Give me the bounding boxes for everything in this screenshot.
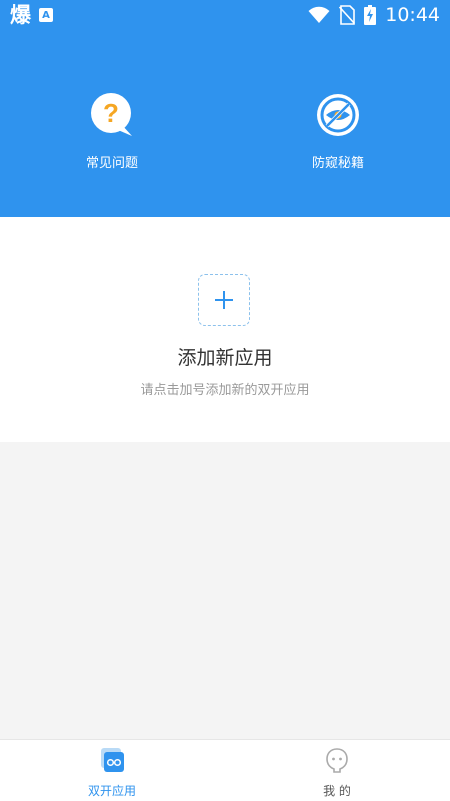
- anti-peep-button[interactable]: 防窥秘籍: [283, 92, 393, 171]
- status-time: 10:44: [385, 4, 440, 26]
- question-bubble-icon: ?: [91, 93, 132, 136]
- tab-mine[interactable]: 我 的: [277, 746, 397, 799]
- dual-app-icon: [101, 748, 124, 772]
- svg-text:?: ?: [103, 98, 119, 128]
- faq-label: 常见问题: [85, 156, 138, 171]
- profile-icon: [326, 748, 348, 773]
- add-app-title: 添加新应用: [177, 347, 273, 369]
- tab-mine-label: 我 的: [323, 784, 351, 798]
- eye-slash-icon: [317, 94, 359, 136]
- tab-dual-app[interactable]: 双开应用: [52, 746, 172, 799]
- no-sim-icon: [339, 5, 356, 25]
- bottom-tab-bar: 双开应用 我 的: [0, 739, 450, 801]
- faq-button[interactable]: ? 常见问题: [57, 92, 167, 171]
- plus-icon: [215, 291, 233, 309]
- header-panel: ? 常见问题 防窥秘籍: [0, 30, 450, 217]
- tab-dual-app-label: 双开应用: [87, 784, 136, 798]
- anti-peep-label: 防窥秘籍: [311, 156, 364, 171]
- app-notification-glyph: 爆: [10, 3, 31, 27]
- add-app-subtitle: 请点击加号添加新的双开应用: [140, 383, 310, 398]
- battery-charging-icon: [364, 5, 377, 25]
- add-app-button[interactable]: [198, 274, 250, 326]
- status-bar: 爆 A 10:44: [0, 0, 450, 30]
- a-notification-icon: A: [39, 8, 53, 22]
- add-app-card: 添加新应用 请点击加号添加新的双开应用: [0, 217, 450, 442]
- wifi-icon: [308, 6, 330, 23]
